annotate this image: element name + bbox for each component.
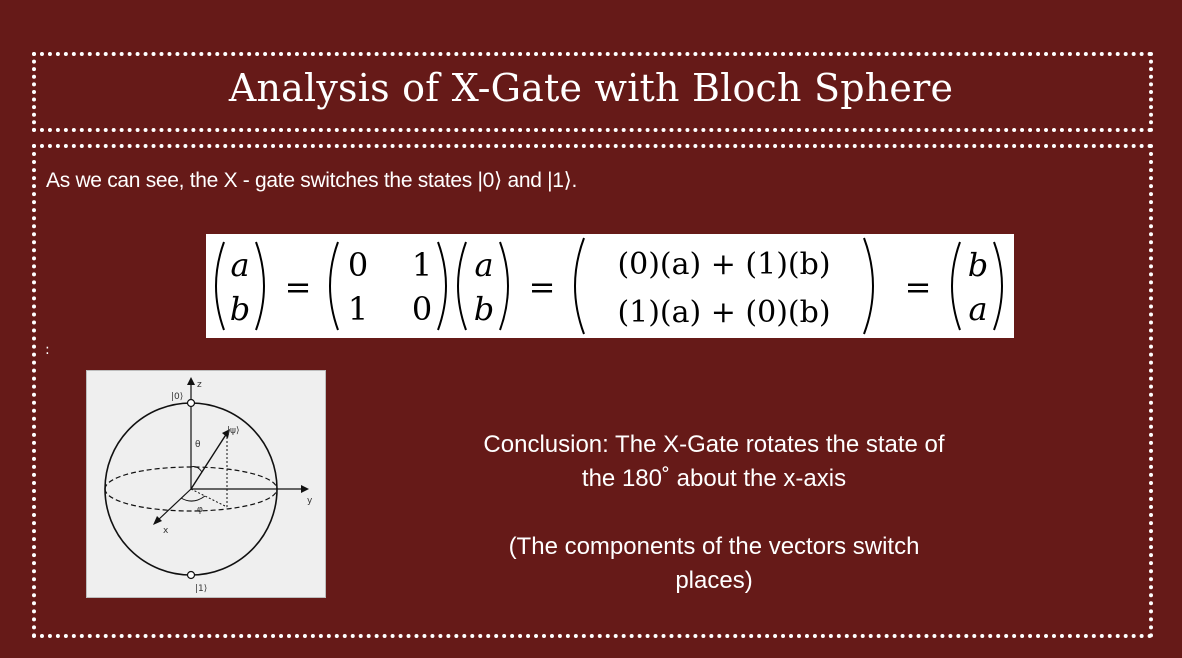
stray-colon: : xyxy=(45,342,50,358)
paren-right xyxy=(255,241,265,331)
conclusion-line: the 180˚ about the x-axis xyxy=(581,465,847,492)
paren-left xyxy=(574,237,585,335)
out-top: b xyxy=(968,246,988,284)
vec-bottom: b xyxy=(474,290,494,328)
label-phi: φ xyxy=(197,505,203,515)
label-theta: θ xyxy=(195,440,201,450)
phi-arc xyxy=(180,495,206,502)
lhs-top: a xyxy=(230,246,249,284)
equals-sign: = xyxy=(529,268,556,306)
label-z: z xyxy=(197,380,202,390)
components-note: (The components of the vectors switch xyxy=(508,533,920,560)
equator-front xyxy=(104,488,278,512)
label-y: y xyxy=(307,496,313,506)
paren-right xyxy=(863,237,874,335)
matrix-equation: a b = 0 1 1 0 a b = (0)(a) + (1)(b) (1)(… xyxy=(206,234,1014,338)
matrix-cell: 0 xyxy=(412,290,432,328)
slide-title: Analysis of X-Gate with Bloch Sphere xyxy=(228,66,954,110)
paren-right xyxy=(499,241,509,331)
south-pole xyxy=(186,570,196,580)
equals-sign: = xyxy=(905,268,932,306)
paren-left xyxy=(457,241,467,331)
conclusion-block: Conclusion: The X-Gate rotates the state… xyxy=(440,428,988,598)
matrix-cell: 1 xyxy=(348,290,368,328)
out-bottom: a xyxy=(968,290,987,328)
label-psi: |ψ⟩ xyxy=(227,426,239,436)
label-x: x xyxy=(163,526,169,536)
y-arrowhead xyxy=(301,485,309,493)
components-note: places) xyxy=(675,567,753,594)
vec-top: a xyxy=(474,246,493,284)
paren-right xyxy=(993,241,1003,331)
result-bottom: (1)(a) + (0)(b) xyxy=(617,295,830,330)
z-arrowhead xyxy=(187,377,195,385)
label-ket-one: |1⟩ xyxy=(195,584,207,594)
matrix-cell: 0 xyxy=(348,246,368,284)
x-axis xyxy=(156,488,192,522)
bloch-sphere-image: |0⟩ z y x |ψ⟩ θ φ |1⟩ xyxy=(86,370,326,598)
paren-left xyxy=(951,241,961,331)
theta-arc xyxy=(190,466,203,473)
conclusion-line: Conclusion: The X-Gate rotates the state… xyxy=(483,431,945,458)
north-pole xyxy=(186,398,196,408)
paren-right xyxy=(437,241,447,331)
paren-left xyxy=(215,241,225,331)
matrix-cell: 1 xyxy=(412,246,432,284)
equals-sign: = xyxy=(285,268,312,306)
lhs-bottom: b xyxy=(230,290,250,328)
result-top: (0)(a) + (1)(b) xyxy=(617,247,830,282)
label-ket-zero: |0⟩ xyxy=(171,392,183,402)
intro-text: As we can see, the X - gate switches the… xyxy=(46,169,578,192)
paren-left xyxy=(329,241,339,331)
